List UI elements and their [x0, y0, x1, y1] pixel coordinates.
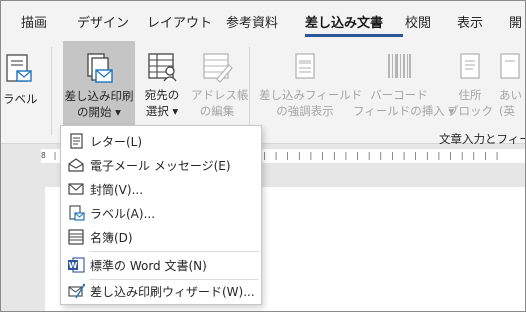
tab-view[interactable]: 表示 [457, 12, 483, 31]
start-mail-merge-label-2: の開始 ▾ [77, 105, 121, 119]
menu-item-label: ラベル(A)... [90, 207, 156, 221]
edit-list-icon [203, 53, 233, 83]
barcode-icon [388, 54, 411, 78]
address-block-icon [460, 53, 480, 79]
ribbon-tabs: 描画 デザイン レイアウト 参考資料 差し込み文書 校閲 表示 開 [1, 1, 525, 39]
greeting-line-button[interactable]: あい (英 [495, 41, 525, 125]
recipients-list-icon [148, 53, 177, 82]
menu-item-label: 電子メール メッセージ(E) [90, 159, 231, 173]
address-block-label-2: ブロック [447, 104, 493, 118]
menu-item-envelopes[interactable]: 封筒(V)... [61, 177, 261, 201]
edit-recipient-list-button[interactable]: アドレス帳 の編集 [191, 41, 249, 125]
highlight-fields-icon [295, 53, 315, 79]
envelope-open-icon [68, 158, 84, 172]
label-icon [69, 205, 85, 221]
start-mail-merge-button[interactable]: 差し込み印刷 の開始 ▾ [63, 41, 135, 127]
labels-button-label: ラベル [3, 92, 38, 106]
address-block-label-1: 住所 [458, 88, 482, 102]
tab-layout[interactable]: レイアウト [147, 12, 212, 31]
select-recipients-label-1: 宛先の [144, 88, 180, 102]
start-mail-merge-label-1: 差し込み印刷 [64, 89, 134, 103]
address-block-button[interactable]: 住所 ブロック [447, 41, 493, 125]
greeting-line-icon [500, 53, 520, 79]
greeting-line-label-2: (英 [499, 104, 515, 118]
wizard-icon [68, 283, 85, 299]
menu-item-labels[interactable]: ラベル(A)... [61, 201, 261, 225]
insert-barcode-label-2: フィールドの挿入 ▾ [353, 104, 455, 118]
menu-separator [89, 251, 259, 252]
menu-item-label: 標準の Word 文書(N) [90, 259, 207, 273]
labels-button[interactable]: ラベル [1, 43, 38, 115]
menu-item-label: レター(L) [90, 135, 143, 149]
highlight-merge-fields-button[interactable]: 差し込みフィールド の強調表示 [259, 41, 363, 125]
group-separator [249, 47, 250, 135]
insert-barcode-button[interactable]: バーコード フィールドの挿入 ▾ [353, 41, 455, 125]
directory-icon [68, 229, 84, 245]
active-tab-indicator [305, 34, 403, 37]
highlight-merge-fields-label-2: の強調表示 [276, 104, 334, 118]
edit-recipient-list-label-2: の編集 [199, 104, 235, 118]
labels-icon [6, 54, 32, 82]
word-doc-icon: W [68, 257, 85, 273]
menu-item-label: 名簿(D) [90, 231, 133, 245]
highlight-merge-fields-label-1: 差し込みフィールド [259, 88, 363, 102]
menu-item-directory[interactable]: 名簿(D) [61, 225, 261, 249]
tab-partial[interactable]: 開 [509, 12, 522, 31]
tab-review[interactable]: 校閲 [405, 12, 431, 31]
insert-barcode-label-1: バーコード [370, 88, 428, 102]
envelope-icon [68, 183, 84, 195]
menu-item-email-messages[interactable]: 電子メール メッセージ(E) [61, 153, 261, 177]
greeting-line-label-1: あい [499, 88, 522, 102]
mail-merge-icon [87, 53, 113, 83]
edit-recipient-list-label-1: アドレス帳 [191, 88, 249, 102]
start-mail-merge-menu: レター(L) 電子メール メッセージ(E) 封筒(V)... ラベル(A)... [60, 125, 262, 305]
menu-item-label: 封筒(V)... [90, 183, 144, 197]
menu-item-mail-merge-wizard[interactable]: 差し込み印刷ウィザード(W)... [61, 279, 261, 303]
word-window: 描画 デザイン レイアウト 参考資料 差し込み文書 校閲 表示 開 ラベル 差し… [0, 0, 526, 312]
group-separator [51, 47, 52, 135]
select-recipients-button[interactable]: 宛先の 選択 ▾ [136, 41, 188, 125]
tab-references[interactable]: 参考資料 [226, 12, 278, 31]
tab-design[interactable]: デザイン [77, 12, 129, 31]
menu-item-label: 差し込み印刷ウィザード(W)... [90, 285, 255, 299]
menu-item-letters[interactable]: レター(L) [61, 129, 261, 153]
menu-item-normal-word-document[interactable]: W 標準の Word 文書(N) [61, 253, 261, 277]
select-recipients-label-2: 選択 ▾ [145, 104, 179, 118]
tab-draw[interactable]: 描画 [21, 12, 47, 31]
svg-text:W: W [69, 261, 78, 270]
letter-icon [70, 133, 83, 149]
tab-mailings[interactable]: 差し込み文書 [305, 12, 383, 31]
